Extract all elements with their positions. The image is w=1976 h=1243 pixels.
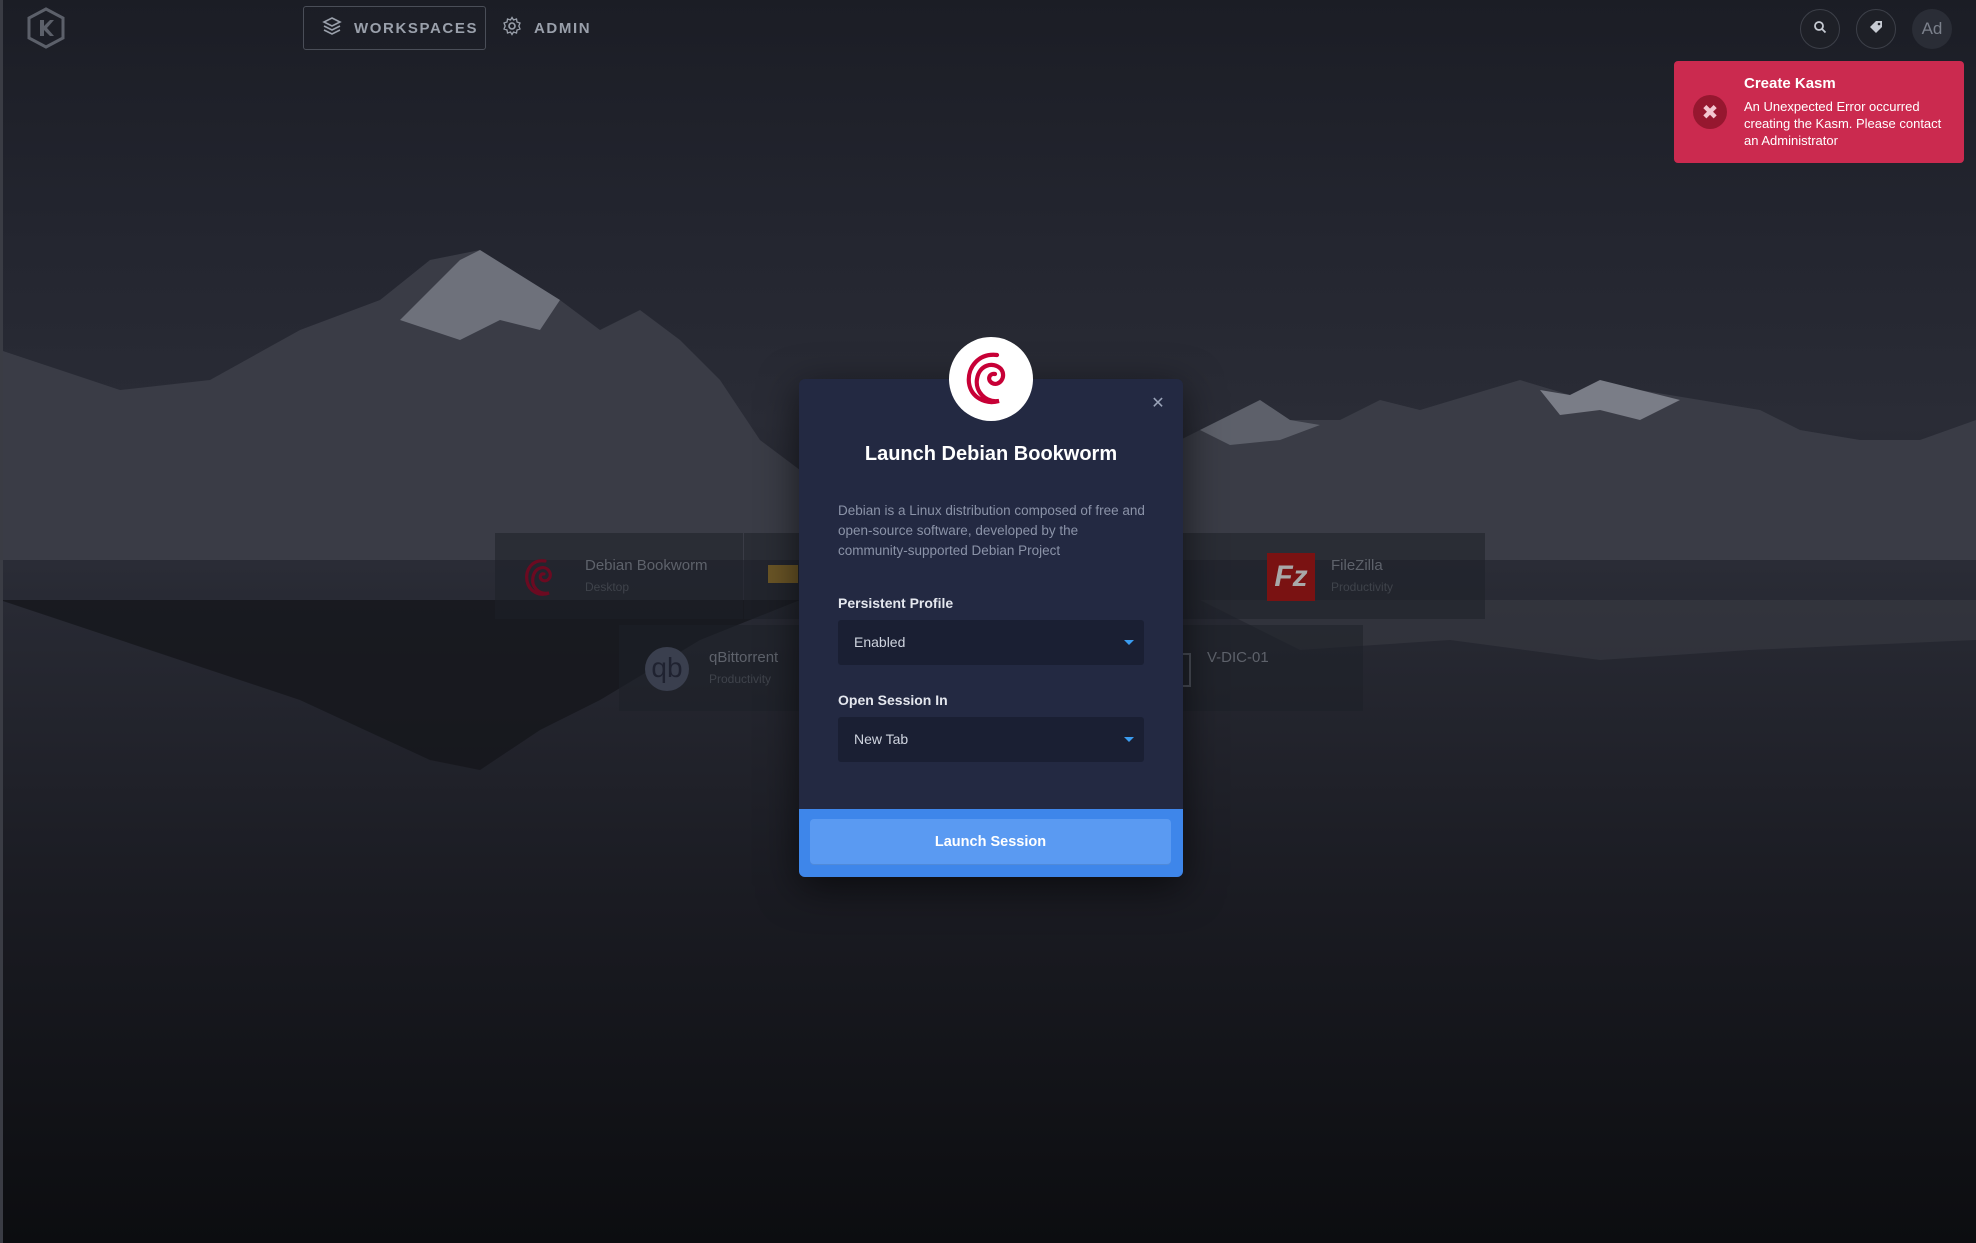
workspace-card-vdic[interactable]: V-DIC-01 (1183, 625, 1363, 711)
persistent-profile-label: Persistent Profile (838, 595, 954, 611)
toast-message: An Unexpected Error occurred creating th… (1744, 99, 1942, 148)
workspace-card-debian[interactable]: Debian Bookworm Desktop (495, 533, 743, 619)
workspace-name: qBittorrent (709, 649, 779, 666)
app-icon (1183, 653, 1191, 687)
chevron-down-icon (1124, 737, 1134, 742)
search-button[interactable] (1800, 9, 1840, 49)
nav-workspaces-button[interactable]: WORKSPACES (303, 6, 486, 50)
kasm-logo-icon[interactable] (24, 6, 68, 50)
game-logo-icon (768, 565, 798, 583)
workspace-name: Debian Bookworm (585, 557, 708, 574)
workspace-category: Productivity (709, 672, 772, 686)
workspace-card-qbittorrent[interactable]: qb qBittorrent Productivity (619, 625, 800, 711)
debian-swirl-icon (525, 559, 552, 596)
gear-icon (502, 16, 522, 40)
tag-icon (1869, 20, 1883, 39)
window-edge (0, 0, 3, 1243)
open-session-in-value: New Tab (854, 731, 909, 747)
close-icon[interactable]: ✕ (1147, 393, 1169, 415)
open-session-in-select[interactable]: New Tab (838, 717, 1144, 762)
open-session-in-label: Open Session In (838, 692, 948, 708)
search-icon (1813, 20, 1827, 39)
error-toast[interactable]: ✖ Create Kasm An Unexpected Error occurr… (1674, 61, 1964, 163)
workspace-card-partial[interactable] (744, 533, 800, 619)
launch-session-button[interactable]: Launch Session (810, 819, 1171, 865)
launch-modal: ✕ Launch Debian Bookworm Debian is a Lin… (799, 337, 1183, 877)
workspaces-page: WORKSPACES ADMIN Ad ✖ Create Kasm An Une… (0, 0, 1976, 1243)
modal-description: Debian is a Linux distribution composed … (838, 503, 1145, 558)
workspace-name: V-DIC-01 (1207, 649, 1269, 666)
workspace-card-filezilla[interactable]: Fz FileZilla Productivity (1183, 533, 1485, 619)
nav-admin-label: ADMIN (534, 19, 592, 37)
modal-footer: Launch Session (799, 809, 1183, 877)
chevron-down-icon (1124, 640, 1134, 645)
debian-logo-icon (949, 337, 1033, 421)
workspace-name: FileZilla (1331, 557, 1383, 574)
workspace-category: Productivity (1331, 580, 1394, 594)
persistent-profile-select[interactable]: Enabled (838, 620, 1144, 665)
user-avatar[interactable]: Ad (1912, 9, 1952, 49)
qbittorrent-icon: qb (645, 647, 689, 691)
nav-workspaces-label: WORKSPACES (354, 19, 479, 37)
nav-admin-button[interactable]: ADMIN (500, 6, 600, 50)
tags-button[interactable] (1856, 9, 1896, 49)
error-x-icon: ✖ (1693, 95, 1727, 129)
workspace-category: Desktop (585, 580, 630, 594)
toast-title: Create Kasm (1744, 75, 1836, 92)
filezilla-icon: Fz (1267, 553, 1315, 601)
modal-title: Launch Debian Bookworm (864, 443, 1118, 465)
layers-icon (322, 16, 342, 40)
persistent-profile-value: Enabled (854, 634, 906, 650)
